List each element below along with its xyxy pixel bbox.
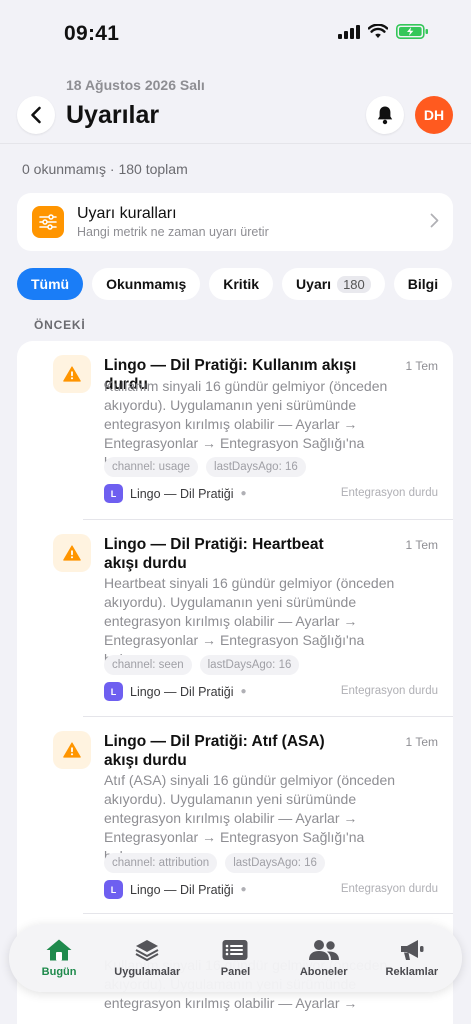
- home-icon: [46, 939, 72, 961]
- status-bar: 09:41: [0, 0, 471, 66]
- warning-icon: [53, 534, 91, 572]
- alert-body: Atıf (ASA) sinyali 16 gündür gelmiyor (ö…: [104, 772, 396, 864]
- filter-chips: Tümü Okunmamış Kritik Uyarı 180 Bilgi: [17, 268, 453, 300]
- alert-counts: 0 okunmamış · 180 toplam: [22, 161, 188, 177]
- alert-title: Lingo — Dil Pratiği: Atıf (ASA) akışı du…: [104, 733, 325, 769]
- alert-tag: lastDaysAgo: 16: [225, 853, 325, 873]
- tab-ads[interactable]: Reklamlar: [369, 938, 455, 978]
- app-badge: L: [104, 484, 123, 503]
- alert-tag: channel: attribution: [104, 853, 218, 873]
- tab-label: Reklamlar: [385, 966, 439, 978]
- page-title: Uyarılar: [66, 101, 160, 129]
- tab-bar: Bugün Uygulamalar Panel Aboneler Reklaml…: [9, 924, 462, 992]
- app-name: Lingo — Dil Pratiği: [130, 486, 234, 501]
- status-time: 09:41: [64, 22, 120, 45]
- tab-apps[interactable]: Uygulamalar: [104, 938, 190, 978]
- alert-status: Entegrasyon durdu: [340, 883, 438, 895]
- alert-item[interactable]: Lingo — Dil Pratiği: Heartbeat akışı dur…: [17, 520, 453, 716]
- alert-title: Lingo — Dil Pratiği: Heartbeat akışı dur…: [104, 536, 324, 572]
- back-button[interactable]: [17, 96, 55, 134]
- warning-icon: [53, 355, 91, 393]
- header-date: 18 Ağustos 2026 Salı: [66, 77, 205, 93]
- chevron-right-icon: [430, 213, 439, 228]
- warning-icon: [53, 731, 91, 769]
- apple-icon: ●: [240, 884, 247, 895]
- alert-list: Lingo — Dil Pratiği: Kullanım akışı durd…: [17, 341, 453, 1024]
- filter-chip-info[interactable]: Bilgi: [393, 268, 453, 300]
- filter-chip-count: 180: [337, 275, 371, 293]
- alert-tag: channel: usage: [104, 457, 199, 477]
- alert-rules-subtitle: Hangi metrik ne zaman uyarı üretir: [77, 225, 269, 239]
- filter-chip-critical[interactable]: Kritik: [209, 268, 274, 300]
- people-icon: [308, 940, 339, 960]
- tab-label: Uygulamalar: [114, 966, 181, 978]
- filter-chip-all[interactable]: Tümü: [17, 268, 84, 300]
- filter-chip-warning[interactable]: Uyarı 180: [282, 268, 385, 300]
- alert-rules-title: Uyarı kuralları: [77, 205, 177, 222]
- alert-status: Entegrasyon durdu: [340, 685, 438, 697]
- alert-time: 1 Tem: [405, 538, 438, 552]
- app-name: Lingo — Dil Pratiği: [130, 882, 234, 897]
- header-divider: [0, 143, 471, 144]
- bell-icon: [377, 106, 393, 125]
- status-icons: [338, 24, 429, 39]
- tab-label: Panel: [220, 966, 251, 978]
- layers-icon: [135, 940, 159, 961]
- alert-item[interactable]: Lingo — Dil Pratiği: Atıf (ASA) akışı du…: [17, 717, 453, 913]
- tab-label: Aboneler: [299, 966, 348, 978]
- panel-icon: [222, 940, 248, 960]
- sliders-icon: [32, 206, 64, 238]
- tab-subscribers[interactable]: Aboneler: [281, 938, 367, 978]
- notifications-button[interactable]: [366, 96, 404, 134]
- chevron-left-icon: [31, 106, 41, 124]
- tab-panel[interactable]: Panel: [192, 938, 278, 978]
- alert-tags: channel: attribution lastDaysAgo: 16: [104, 853, 325, 873]
- alert-tags: channel: usage lastDaysAgo: 16: [104, 457, 306, 477]
- signal-icon: [338, 24, 360, 39]
- tab-label: Bugün: [41, 966, 77, 978]
- alert-app: L Lingo — Dil Pratiği ●: [104, 682, 247, 701]
- alert-rules-card[interactable]: Uyarı kuralları Hangi metrik ne zaman uy…: [17, 193, 453, 251]
- alert-tag: lastDaysAgo: 16: [199, 655, 300, 675]
- alert-item[interactable]: Lingo — Dil Pratiği: Kullanım akışı durd…: [17, 341, 453, 519]
- megaphone-icon: [400, 940, 424, 960]
- apple-icon: ●: [240, 488, 247, 499]
- alert-time: 1 Tem: [405, 735, 438, 749]
- wifi-icon: [368, 24, 388, 38]
- app-name: Lingo — Dil Pratiği: [130, 684, 234, 699]
- section-header: ÖNCEKİ: [34, 318, 86, 332]
- filter-chip-label: Uyarı: [296, 276, 332, 292]
- tab-today[interactable]: Bugün: [16, 938, 102, 978]
- app-badge: L: [104, 880, 123, 899]
- battery-icon: [396, 24, 428, 39]
- filter-chip-unread[interactable]: Okunmamış: [92, 268, 201, 300]
- alert-tag: channel: seen: [104, 655, 192, 675]
- alert-time: 1 Tem: [405, 359, 438, 373]
- alert-status: Entegrasyon durdu: [340, 487, 438, 499]
- alert-app: L Lingo — Dil Pratiği ●: [104, 880, 247, 899]
- avatar[interactable]: DH: [415, 96, 453, 134]
- alert-tag: lastDaysAgo: 16: [206, 457, 306, 477]
- app-badge: L: [104, 682, 123, 701]
- alert-app: L Lingo — Dil Pratiği ●: [104, 484, 247, 503]
- alert-tags: channel: seen lastDaysAgo: 16: [104, 655, 300, 675]
- apple-icon: ●: [240, 686, 247, 697]
